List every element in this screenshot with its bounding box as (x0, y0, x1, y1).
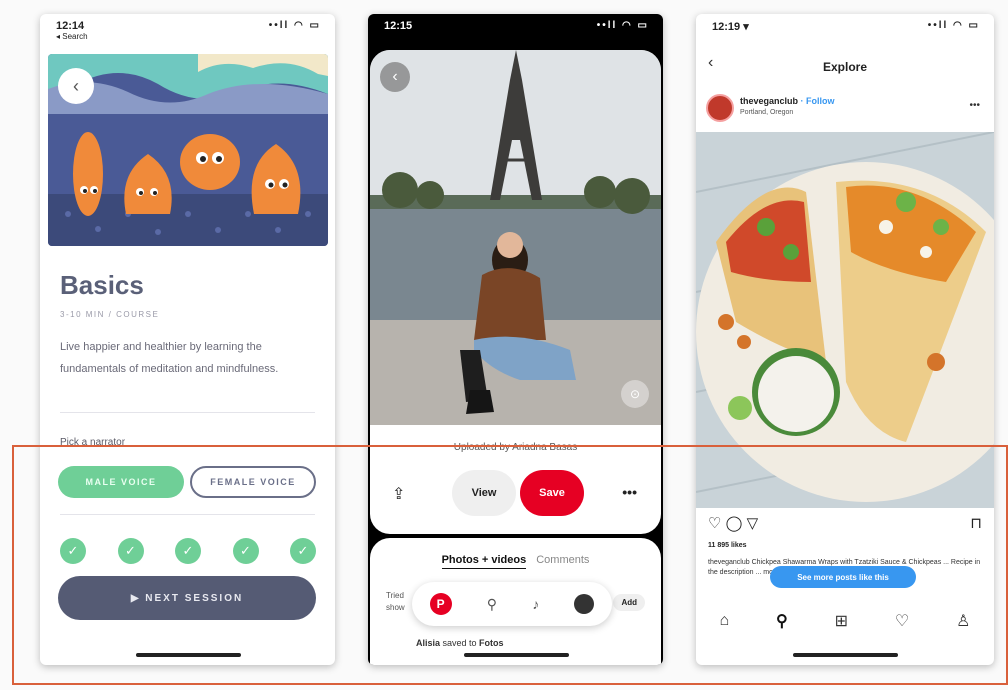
saved-mid: saved to (440, 638, 480, 648)
view-button[interactable]: View (452, 470, 516, 516)
home-indicator[interactable] (793, 653, 898, 657)
check-icon: ✓ (117, 538, 144, 564)
see-more-posts-button[interactable]: See more posts like this (770, 566, 916, 588)
status-time: 12:19 ▾ (712, 21, 749, 33)
check-icon: ✓ (60, 538, 86, 564)
more-icon[interactable]: ••• (622, 484, 637, 500)
status-icons: ••ll ◠ ▭ (596, 20, 649, 31)
tried-prompt: Tried show (386, 590, 405, 614)
phone-instagram-app: 12:19 ▾ ••ll ◠ ▭ ‹ Explore theveganclub … (696, 14, 994, 665)
profile-avatar[interactable] (574, 594, 595, 614)
post-actions: ♡ ◯ ▽ ⊓ (708, 514, 982, 534)
lens-icon: ⊙ (629, 387, 641, 401)
back-icon: ‹ (73, 75, 79, 96)
status-time: 12:15 (384, 20, 413, 32)
bottom-nav: ⌂ ⚲ ⊞ ♡ ♙ (696, 606, 994, 636)
status-bar: 12:14 ◂ Search ••ll ◠ ▭ (40, 14, 335, 50)
saved-user[interactable]: Alisia (416, 638, 440, 648)
phone-pinterest-app: 12:15 ••ll ◠ ▭ ‹ ⊙ Uploaded by Ariadna B… (368, 14, 663, 665)
pin-photo[interactable] (370, 50, 661, 425)
course-description: Live happier and healthier by learning t… (60, 341, 279, 375)
save-button[interactable]: Save (520, 470, 584, 516)
status-icons: ••ll ◠ ▭ (268, 20, 321, 31)
pin-details-sheet: Photos + videos Comments Tried show Add P… (370, 538, 661, 665)
likes-count[interactable]: 11 895 likes (708, 542, 747, 549)
tried-text: Tried (386, 591, 404, 600)
back-to-search[interactable]: ◂ Search (56, 32, 88, 41)
tab-photos-videos[interactable]: Photos + videos (441, 554, 527, 569)
search-icon[interactable]: ⚲ (487, 596, 497, 613)
next-session-button[interactable]: ▶ NEXT SESSION (58, 576, 316, 620)
page-title: Explore (822, 60, 867, 74)
course-title: Basics (60, 270, 144, 300)
pinterest-home-icon[interactable]: P (429, 593, 452, 615)
male-voice-button[interactable]: MALE VOICE (58, 466, 184, 498)
status-bar: 12:19 ▾ ••ll ◠ ▭ (696, 14, 994, 50)
uploaded-by[interactable]: Uploaded by Ariadna Basas (370, 442, 661, 453)
divider (60, 514, 315, 515)
post-photo[interactable] (696, 132, 994, 508)
saved-board[interactable]: Fotos (479, 638, 504, 648)
follow-link[interactable]: · Follow (798, 96, 835, 106)
share-icon[interactable]: ⇪ (392, 484, 405, 504)
stage: 12:14 ◂ Search ••ll ◠ ▭ ‹ Basics 3-10 MI… (0, 0, 1008, 690)
back-button[interactable]: ‹ (58, 68, 94, 104)
add-post-icon[interactable]: ⊞ (835, 611, 848, 631)
more-icon[interactable]: ••• (969, 100, 980, 111)
bottom-nav: P ⚲ ♪ (412, 582, 612, 626)
post-header: theveganclub · Follow Portland, Oregon •… (706, 94, 986, 126)
phone-meditation-app: 12:14 ◂ Search ••ll ◠ ▭ ‹ Basics 3-10 MI… (40, 14, 335, 665)
add-photo-button[interactable]: Add (613, 594, 645, 611)
pin-card: ‹ ⊙ Uploaded by Ariadna Basas ⇪ View Sav… (370, 50, 661, 534)
avatar[interactable] (706, 94, 734, 122)
check-icon: ✓ (290, 538, 316, 564)
home-indicator[interactable] (135, 653, 241, 657)
bookmark-icon[interactable]: ⊓ (970, 514, 982, 532)
explore-header: ‹ Explore (696, 54, 994, 84)
saved-activity: Alisia saved to Fotos (416, 638, 504, 648)
profile-icon[interactable]: ♙ (956, 611, 970, 631)
tried-text-2: show (386, 603, 405, 612)
back-button[interactable]: ‹ (380, 62, 410, 92)
female-voice-button[interactable]: FEMALE VOICE (190, 466, 316, 498)
tabs: Photos + videos Comments (370, 554, 661, 569)
post-location[interactable]: Portland, Oregon (740, 109, 793, 116)
pin-actions: ⇪ View Save ••• (370, 470, 661, 518)
status-time: 12:14 (56, 20, 85, 32)
check-icon: ✓ (232, 538, 259, 564)
home-indicator[interactable] (463, 653, 569, 657)
tab-comments[interactable]: Comments (536, 554, 589, 569)
divider (60, 412, 315, 413)
back-icon: ‹ (392, 68, 398, 85)
status-icons: ••ll ◠ ▭ (927, 20, 980, 31)
status-bar: 12:15 ••ll ◠ ▭ (368, 14, 663, 50)
search-icon[interactable]: ⚲ (776, 611, 788, 631)
home-icon[interactable]: ⌂ (719, 612, 729, 630)
narrator-label: Pick a narrator (60, 437, 126, 448)
username[interactable]: theveganclub (740, 96, 798, 106)
session-progress: ✓ ✓ ✓ ✓ ✓ (60, 538, 316, 564)
course-meta: 3-10 MIN / COURSE (60, 310, 160, 319)
heart-icon[interactable]: ♡ (895, 611, 909, 631)
check-icon: ✓ (175, 538, 201, 564)
like-comment-share-icons[interactable]: ♡ ◯ ▽ (708, 515, 758, 532)
visual-search-button[interactable]: ⊙ (621, 380, 649, 408)
bell-icon[interactable]: ♪ (532, 596, 539, 612)
